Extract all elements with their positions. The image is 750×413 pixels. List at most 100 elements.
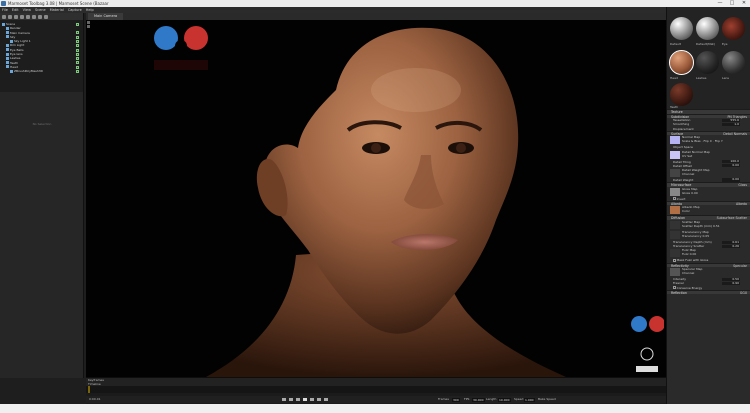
- playback-controls: 0:00.01 Frames 300 FPS 30.000 Length 10.…: [86, 396, 666, 403]
- menu-file[interactable]: File: [2, 8, 8, 12]
- material-head[interactable]: [669, 50, 694, 75]
- material-lashes[interactable]: [696, 51, 719, 74]
- play-button[interactable]: [303, 398, 307, 401]
- bake-speed-button[interactable]: Bake Speed: [538, 396, 556, 403]
- scatter-depth-label: Scatter Depth (mm) 0.51: [682, 224, 720, 229]
- select-tool-icon[interactable]: [87, 21, 90, 24]
- material-default[interactable]: [670, 17, 693, 40]
- mesh-icon: [6, 61, 9, 65]
- scatter-map-thumb[interactable]: [670, 221, 680, 230]
- normal-map-row: Normal Map Scale & Bias · Flip X · Flip …: [667, 135, 750, 145]
- light-icon[interactable]: [8, 14, 12, 19]
- timeline-ruler: [88, 386, 90, 393]
- viewport-tools: [87, 21, 91, 29]
- menu-material[interactable]: Material: [50, 8, 64, 12]
- light-icon: [10, 39, 13, 43]
- specular-channel-label: Channel: [682, 271, 695, 276]
- next-key-button[interactable]: [317, 398, 321, 401]
- current-frame-label: 0:00.01: [89, 397, 101, 401]
- fuzz-map-row: Fuzz Map Fuzz 0.00: [667, 248, 750, 258]
- gloss-map-thumb[interactable]: [670, 187, 680, 196]
- scene-panel: Scene Render Main Camera Sky Sky Light 1…: [0, 13, 84, 378]
- render-icon: [6, 26, 9, 30]
- detail-weight-map-row: Detail Weight Map Channel: [667, 168, 750, 178]
- mesh-icon: [6, 56, 9, 60]
- no-selection-text: No Selection: [32, 122, 52, 126]
- channel-label: Channel: [682, 171, 695, 176]
- invert-checkbox[interactable]: [673, 197, 676, 200]
- mesh-icon: [6, 48, 9, 52]
- app-icon: [1, 1, 6, 6]
- prev-key-button[interactable]: [289, 398, 293, 401]
- albedo-map-thumb[interactable]: [670, 206, 680, 215]
- timeline-track[interactable]: [86, 386, 666, 393]
- mask-fuzz-checkbox[interactable]: [673, 259, 676, 262]
- prev-frame-button[interactable]: [296, 398, 300, 401]
- material-teeth[interactable]: [670, 83, 693, 106]
- corner-watermark-logo: [631, 316, 664, 372]
- watermark-logo: [154, 26, 208, 70]
- left-iris: [371, 143, 381, 153]
- last-frame-button[interactable]: [324, 398, 328, 401]
- fps-field[interactable]: 30.000: [472, 397, 485, 402]
- viewport-tabbar: Main Camera: [86, 13, 666, 20]
- gloss-label: Gloss 0.00: [682, 190, 698, 195]
- scale-bias-label: Scale & Bias · Flip X · Flip Y: [682, 139, 723, 144]
- specular-map-row: Specular Map Channel: [667, 267, 750, 277]
- normal-map-thumb[interactable]: [670, 136, 680, 145]
- right-iris: [456, 143, 466, 153]
- settings-icon[interactable]: [44, 14, 48, 19]
- visibility-checkbox[interactable]: [76, 70, 79, 74]
- close-button[interactable]: ✕: [738, 0, 750, 7]
- section-reflection[interactable]: Reflection GGX: [667, 289, 750, 295]
- first-frame-button[interactable]: [282, 398, 286, 401]
- length-field[interactable]: 10.000: [498, 397, 511, 402]
- maximize-button[interactable]: □: [726, 0, 738, 7]
- translucency-map-row: Translucency Map Translucency 0.05: [667, 230, 750, 240]
- camera-icon: [6, 31, 9, 35]
- folder-icon[interactable]: [20, 14, 24, 19]
- move-tool-icon[interactable]: [87, 25, 90, 28]
- frames-label: Frames: [438, 397, 449, 401]
- sky-icon: [6, 35, 9, 39]
- mesh-icon: [6, 65, 9, 69]
- albedo-map-row: Albedo Map Color: [667, 205, 750, 215]
- fuzz-map-thumb[interactable]: [670, 249, 680, 258]
- detail-normal-map-thumb[interactable]: [670, 150, 680, 159]
- menu-scene[interactable]: Scene: [35, 8, 46, 12]
- fuzz-label: Fuzz 0.00: [682, 252, 697, 257]
- speed-field[interactable]: 1.000: [524, 397, 535, 402]
- minimize-button[interactable]: —: [714, 0, 726, 7]
- window-title: Marmoset Toolbag 3.08 | Marmoset Scene (…: [8, 1, 109, 6]
- detail-weight-map-thumb[interactable]: [670, 168, 680, 177]
- window-controls: — □ ✕: [714, 0, 750, 7]
- timeline-panel: Keyframes Timeline 0:00.01 Frames 300 FP…: [86, 377, 666, 404]
- length-label: Length: [486, 397, 497, 401]
- menu-capture[interactable]: Capture: [68, 8, 82, 12]
- scene-tree: Scene Render Main Camera Sky Sky Light 1…: [0, 20, 83, 92]
- menu-edit[interactable]: Edit: [12, 8, 19, 12]
- material-eye[interactable]: [722, 17, 745, 40]
- conserve-energy-checkbox[interactable]: [673, 286, 676, 289]
- light-icon: [6, 43, 9, 47]
- shadow-catcher-icon[interactable]: [26, 14, 30, 19]
- detail-normal-map-row: Detail Normal Map UV Set: [667, 150, 750, 160]
- material-lens[interactable]: [722, 51, 745, 74]
- tree-item-polymesh[interactable]: ZBrushPolyMesh3D: [0, 69, 83, 73]
- taskbar-strip: [0, 404, 750, 413]
- duplicate-icon[interactable]: [32, 14, 36, 19]
- delete-icon[interactable]: [38, 14, 42, 19]
- frames-field[interactable]: 300: [452, 397, 460, 402]
- gloss-map-row: Gloss Map Gloss 0.00: [667, 187, 750, 197]
- camera-icon[interactable]: [14, 14, 18, 19]
- next-frame-button[interactable]: [310, 398, 314, 401]
- tab-main-camera[interactable]: Main Camera: [88, 13, 124, 20]
- translucency-label: Translucency 0.05: [682, 234, 710, 239]
- scene-icon: [2, 22, 5, 26]
- translucency-map-thumb[interactable]: [670, 231, 680, 240]
- material-default-mat[interactable]: [696, 17, 719, 40]
- specular-map-thumb[interactable]: [670, 268, 680, 277]
- menu-help[interactable]: Help: [86, 8, 94, 12]
- menu-view[interactable]: View: [23, 8, 31, 12]
- add-object-icon[interactable]: [2, 14, 6, 19]
